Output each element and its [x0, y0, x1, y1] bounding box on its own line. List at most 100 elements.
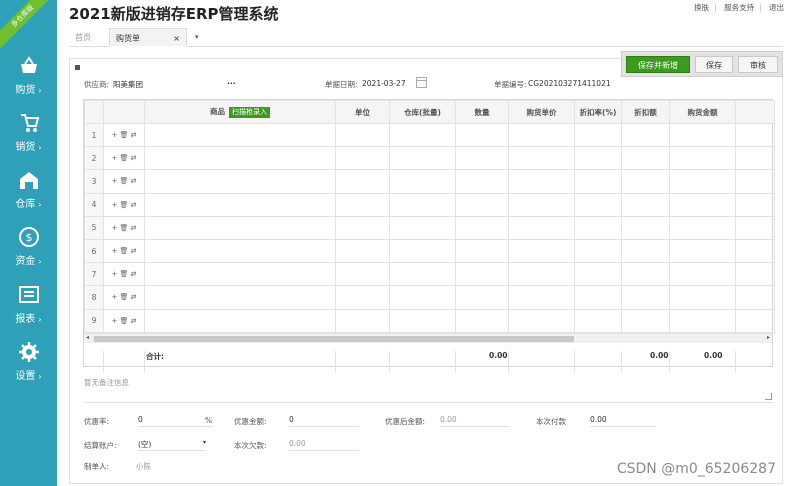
supplier-field[interactable]: 阳美集团 — [113, 79, 143, 90]
grid-cell[interactable] — [144, 262, 336, 287]
grid-cell[interactable] — [508, 308, 575, 333]
row-actions[interactable]: + 🗑 ⇄ — [103, 285, 145, 310]
grid-cell[interactable] — [574, 215, 622, 240]
nav-warehouse[interactable]: 仓库 › — [0, 169, 57, 219]
grid-cell[interactable] — [508, 146, 575, 171]
save-button[interactable]: 保存 — [695, 56, 733, 73]
grid-cell[interactable] — [735, 215, 775, 240]
grid-cell[interactable] — [389, 192, 456, 217]
grid-cell[interactable] — [621, 215, 670, 240]
grid-cell[interactable] — [389, 215, 456, 240]
grid-cell[interactable] — [144, 285, 336, 310]
scan-input-button[interactable]: 扫描枪录入 — [229, 107, 270, 118]
grid-cell[interactable] — [455, 122, 509, 148]
grid-cell[interactable] — [735, 122, 775, 148]
grid-cell[interactable] — [144, 238, 336, 264]
save-and-new-button[interactable]: 保存并新增 — [626, 56, 690, 73]
scroll-thumb[interactable] — [94, 336, 574, 342]
skin-link[interactable]: 换肤 — [694, 3, 709, 12]
grid-cell[interactable] — [574, 238, 622, 264]
row-actions[interactable]: + 🗑 ⇄ — [103, 122, 145, 148]
grid-cell[interactable] — [621, 308, 670, 333]
row-actions[interactable]: + 🗑 ⇄ — [103, 146, 145, 171]
discount-rate-input[interactable]: 0 — [138, 415, 213, 427]
grid-cell[interactable] — [621, 169, 670, 194]
grid-cell[interactable] — [455, 146, 509, 171]
grid-cell[interactable] — [455, 285, 509, 310]
grid-cell[interactable] — [669, 308, 736, 333]
grid-cell[interactable] — [455, 215, 509, 240]
grid-cell[interactable] — [389, 122, 456, 148]
grid-cell[interactable] — [144, 146, 336, 171]
grid-cell[interactable] — [735, 146, 775, 171]
grid-cell[interactable] — [621, 262, 670, 287]
calendar-icon[interactable] — [416, 77, 427, 88]
scroll-right-icon[interactable]: ▸ — [767, 334, 770, 341]
grid-cell[interactable] — [669, 285, 736, 310]
nav-purchase[interactable]: 购货 › — [0, 55, 57, 105]
grid-cell[interactable] — [389, 285, 456, 310]
logout-link[interactable]: 退出 — [769, 3, 784, 12]
row-actions[interactable]: + 🗑 ⇄ — [103, 308, 145, 333]
grid-cell[interactable] — [508, 238, 575, 264]
grid-cell[interactable] — [508, 215, 575, 240]
grid-cell[interactable] — [574, 262, 622, 287]
supplier-more-icon[interactable]: ··· — [227, 79, 236, 88]
grid-cell[interactable] — [389, 146, 456, 171]
grid-cell[interactable] — [508, 169, 575, 194]
grid-cell[interactable] — [669, 262, 736, 287]
grid-cell[interactable] — [508, 285, 575, 310]
grid-cell[interactable] — [144, 215, 336, 240]
remark-field[interactable]: 暂无备注信息 — [84, 377, 774, 403]
grid-cell[interactable] — [335, 146, 390, 171]
grid-cell[interactable] — [508, 262, 575, 287]
grid-cell[interactable] — [669, 169, 736, 194]
date-field[interactable]: 2021-03-27 — [362, 79, 406, 88]
grid-cell[interactable] — [735, 262, 775, 287]
grid-cell[interactable] — [669, 146, 736, 171]
grid-cell[interactable] — [508, 122, 575, 148]
account-select[interactable]: (空) ▾ — [138, 439, 206, 451]
nav-finance[interactable]: $ 资金 › — [0, 226, 57, 276]
tab-home[interactable]: 首页 — [75, 28, 91, 47]
nav-sales[interactable]: 销货 › — [0, 112, 57, 162]
chevron-down-icon[interactable]: ▾ — [195, 28, 199, 47]
grid-cell[interactable] — [144, 192, 336, 217]
grid-cell[interactable] — [144, 308, 336, 333]
grid-cell[interactable] — [574, 285, 622, 310]
row-actions[interactable]: + 🗑 ⇄ — [103, 262, 145, 287]
grid-cell[interactable] — [335, 122, 390, 148]
nav-reports[interactable]: 报表 › — [0, 284, 57, 334]
grid-cell[interactable] — [621, 285, 670, 310]
grid-cell[interactable] — [669, 192, 736, 217]
resize-icon[interactable] — [765, 393, 772, 400]
grid-cell[interactable] — [669, 215, 736, 240]
grid-cell[interactable] — [335, 262, 390, 287]
row-actions[interactable]: + 🗑 ⇄ — [103, 215, 145, 240]
grid-cell[interactable] — [335, 238, 390, 264]
grid-cell[interactable] — [574, 146, 622, 171]
discount-amount-input[interactable]: 0 — [289, 415, 359, 427]
grid-cell[interactable] — [455, 192, 509, 217]
grid-cell[interactable] — [335, 308, 390, 333]
grid-cell[interactable] — [389, 308, 456, 333]
grid-cell[interactable] — [621, 238, 670, 264]
paid-input[interactable]: 0.00 — [590, 415, 656, 427]
close-icon[interactable]: × — [173, 29, 180, 48]
grid-cell[interactable] — [144, 169, 336, 194]
grid-cell[interactable] — [335, 215, 390, 240]
grid-cell[interactable] — [574, 308, 622, 333]
grid-cell[interactable] — [455, 308, 509, 333]
nav-settings[interactable]: 设置 › — [0, 341, 57, 391]
grid-cell[interactable] — [389, 169, 456, 194]
grid-cell[interactable] — [335, 285, 390, 310]
grid-cell[interactable] — [455, 262, 509, 287]
grid-cell[interactable] — [735, 192, 775, 217]
row-actions[interactable]: + 🗑 ⇄ — [103, 192, 145, 217]
grid-cell[interactable] — [335, 192, 390, 217]
horizontal-scrollbar[interactable]: ◂ ▸ — [84, 333, 772, 343]
grid-cell[interactable] — [455, 169, 509, 194]
grid-cell[interactable] — [574, 169, 622, 194]
tab-purchase-order[interactable]: 购货单 × — [109, 28, 187, 47]
grid-cell[interactable] — [735, 308, 775, 333]
